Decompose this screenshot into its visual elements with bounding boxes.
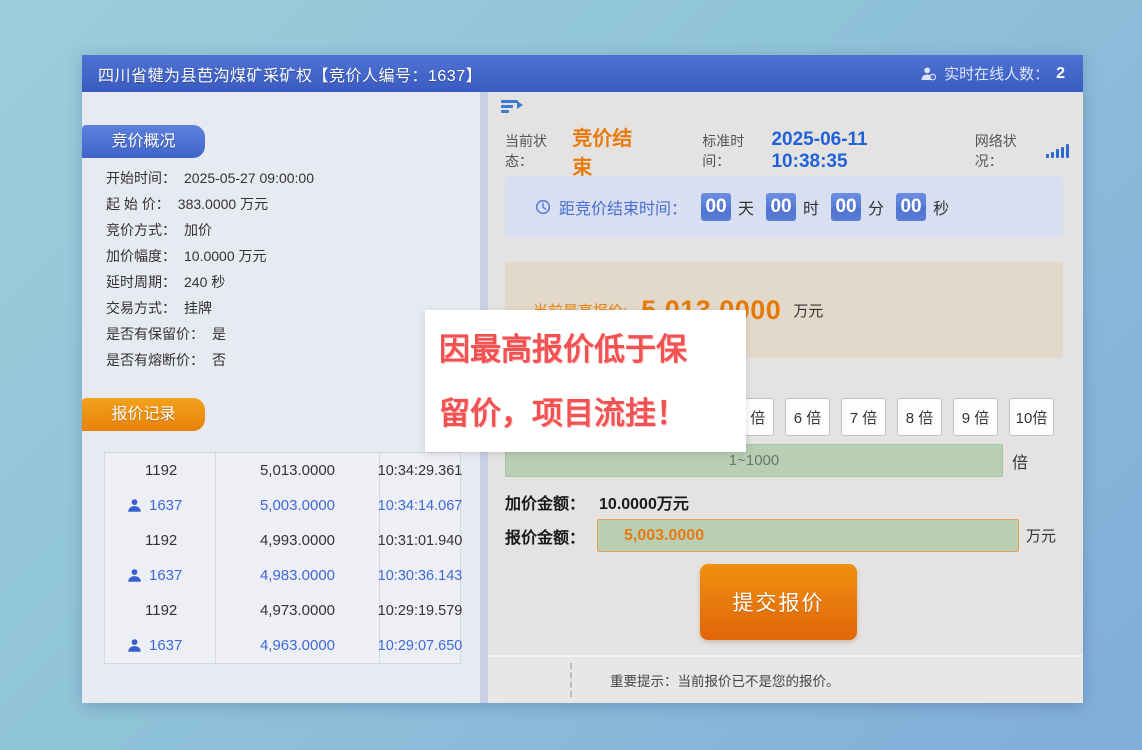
bid-amount: 4,993.0000: [216, 523, 380, 558]
title-bar: 四川省犍为县芭沟煤矿采矿权【竞价人编号：1637】 实时在线人数： 2: [82, 55, 1083, 92]
network-status-label: 网络状况：: [975, 131, 1036, 171]
countdown-seconds: 00: [896, 193, 926, 221]
increment-value: 10.0000万元: [599, 496, 689, 513]
overlay-line-2: 留价，项目流挂！: [439, 382, 736, 446]
page-title: 四川省犍为县芭沟煤矿采矿权【竞价人编号：1637】: [98, 62, 482, 86]
menu-icon[interactable]: [501, 100, 523, 116]
multiplier-button-8[interactable]: 8 倍: [897, 398, 942, 436]
table-row: 1637 5,003.0000 10:34:14.067: [105, 488, 460, 523]
bid-time: 10:31:01.940: [380, 523, 460, 558]
online-count-label: 实时在线人数：: [944, 63, 1049, 84]
countdown-label: 距竞价结束时间：: [559, 195, 687, 219]
table-row: 1637 4,983.0000 10:30:36.143: [105, 558, 460, 593]
left-panel: 竞价概况 开始时间：2025-05-27 09:00:00 起 始 价：383.…: [82, 92, 480, 703]
online-count-value: 2: [1056, 65, 1065, 83]
multiplier-button-6[interactable]: 6 倍: [785, 398, 830, 436]
person-icon: [127, 498, 142, 513]
current-status-value: 竞价结束: [572, 122, 642, 180]
bid-amount-label: 报价金额：: [505, 524, 585, 548]
tab-auction-overview[interactable]: 竞价概况: [82, 125, 205, 158]
countdown-hours: 00: [766, 193, 796, 221]
bidder-id: 1192: [105, 523, 216, 558]
person-icon: [127, 568, 142, 583]
countdown-hours-unit: 时: [803, 195, 819, 219]
increment-label: 加价金额：: [505, 496, 585, 513]
bidder-id: 1192: [105, 453, 216, 488]
submit-bid-button[interactable]: 提交报价: [700, 564, 857, 640]
person-icon: [127, 638, 142, 653]
bid-amount: 5,013.0000: [216, 453, 380, 488]
overview-bid-mode: 竞价方式：加价: [106, 217, 470, 243]
current-status-label: 当前状态：: [505, 131, 566, 171]
bidder-id: 1192: [105, 593, 216, 628]
signal-bars-icon: [1046, 144, 1069, 158]
countdown-days: 00: [701, 193, 731, 221]
bidder-id: 1637: [105, 488, 216, 523]
bidder-id: 1637: [105, 558, 216, 593]
bid-amount: 5,003.0000: [216, 488, 380, 523]
standard-time-value: 2025-06-11 10:38:35: [771, 129, 926, 173]
overview-start-time: 开始时间：2025-05-27 09:00:00: [106, 165, 470, 191]
countdown-seconds-unit: 秒: [933, 195, 949, 219]
highest-bid-unit: 万元: [793, 300, 823, 321]
overview-start-price: 起 始 价：383.0000 万元: [106, 191, 470, 217]
table-row: 1637 4,963.0000 10:29:07.650: [105, 628, 460, 663]
multiple-unit: 倍: [1012, 449, 1028, 473]
bid-amount: 4,973.0000: [216, 593, 380, 628]
table-row: 1192 4,973.0000 10:29:19.579: [105, 593, 460, 628]
bid-amount: 4,963.0000: [216, 628, 380, 663]
bid-amount-input[interactable]: [597, 519, 1019, 552]
overview-reserve-price: 是否有保留价：是: [106, 321, 470, 347]
person-badge-icon: [920, 66, 937, 82]
bid-time: 10:34:29.361: [380, 453, 460, 488]
bid-time: 10:34:14.067: [380, 488, 460, 523]
overview-increment: 加价幅度：10.0000 万元: [106, 243, 470, 269]
footer-divider: [570, 663, 572, 697]
footer-notice-bar: 重要提示：当前报价已不是您的报价。: [488, 655, 1083, 703]
bidder-id: 1637: [105, 628, 216, 663]
countdown-box: 距竞价结束时间： 00 天 00 时 00 分 00 秒: [505, 176, 1063, 238]
overlay-line-1: 因最高报价低于保: [439, 318, 736, 382]
tab-bid-records[interactable]: 报价记录: [82, 398, 205, 431]
online-count-area: 实时在线人数： 2: [920, 63, 1065, 84]
clock-icon: [535, 199, 551, 215]
bid-time: 10:29:07.650: [380, 628, 460, 663]
overview-trade-mode: 交易方式：挂牌: [106, 295, 470, 321]
multiplier-button-9[interactable]: 9 倍: [953, 398, 998, 436]
multiplier-button-7[interactable]: 7 倍: [841, 398, 886, 436]
increment-amount-row: 加价金额： 10.0000万元: [505, 490, 689, 514]
multiplier-button-10[interactable]: 10倍: [1009, 398, 1054, 436]
bid-amount: 4,983.0000: [216, 558, 380, 593]
overview-circuit-breaker: 是否有熔断价：否: [106, 347, 470, 373]
bid-time: 10:29:19.579: [380, 593, 460, 628]
countdown-minutes: 00: [831, 193, 861, 221]
bid-amount-unit: 万元: [1026, 525, 1056, 546]
project-failed-overlay: 因最高报价低于保 留价，项目流挂！: [425, 310, 746, 452]
table-row: 1192 5,013.0000 10:34:29.361: [105, 453, 460, 488]
overview-delay-cycle: 延时周期：240 秒: [106, 269, 470, 295]
countdown-days-unit: 天: [738, 195, 754, 219]
countdown-minutes-unit: 分: [868, 195, 884, 219]
status-row: 当前状态： 竞价结束 标准时间： 2025-06-11 10:38:35 网络状…: [505, 122, 1069, 180]
footer-notice: 重要提示：当前报价已不是您的报价。: [610, 670, 840, 690]
bid-records-table: 1192 5,013.0000 10:34:29.361 1637 5,003.…: [104, 452, 461, 664]
bid-time: 10:30:36.143: [380, 558, 460, 593]
table-row: 1192 4,993.0000 10:31:01.940: [105, 523, 460, 558]
bid-amount-row: 报价金额： 万元: [505, 519, 1056, 552]
standard-time-label: 标准时间：: [702, 131, 763, 171]
auction-overview-list: 开始时间：2025-05-27 09:00:00 起 始 价：383.0000 …: [106, 165, 470, 373]
